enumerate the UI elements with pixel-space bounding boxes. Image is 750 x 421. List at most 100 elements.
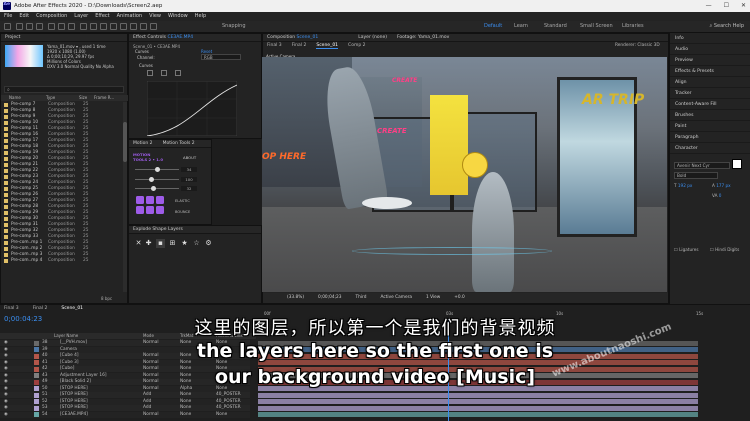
label-color-swatch[interactable] <box>34 392 39 398</box>
brush-tool-icon[interactable] <box>110 23 117 30</box>
tracking-field[interactable]: VA 0 <box>712 193 721 198</box>
merge-icon[interactable]: ✚ <box>144 239 153 248</box>
tab-comp-2[interactable]: Comp 2 <box>348 43 365 49</box>
panel-paragraph[interactable]: Paragraph <box>670 132 750 143</box>
grid-button-5[interactable] <box>146 206 154 214</box>
grid-button-1[interactable] <box>136 196 144 204</box>
rotate-tool-icon[interactable] <box>48 23 55 30</box>
menu-animation[interactable]: Animation <box>117 12 143 21</box>
table-row[interactable]: ◉ 51 [STOP HERE] Add None 40_POSTER <box>0 392 250 398</box>
menu-window[interactable]: Window <box>168 12 188 21</box>
column-size[interactable]: Size <box>79 95 91 101</box>
selection-tool-icon[interactable] <box>16 23 23 30</box>
visibility-eye-icon[interactable]: ◉ <box>4 412 8 418</box>
snapping-toggle[interactable]: Snapping <box>222 23 246 29</box>
close-icon[interactable]: ✕ <box>741 0 746 12</box>
exposure-value[interactable]: +0.0 <box>454 293 464 303</box>
grid-button-3[interactable] <box>156 196 164 204</box>
composition-viewer[interactable]: OP HERE CREATE CREATE AR TRIP <box>262 57 667 292</box>
explode-icon[interactable]: ✕ <box>134 239 143 248</box>
shape-tool-icon[interactable] <box>80 23 87 30</box>
minimize-icon[interactable]: — <box>706 0 712 12</box>
effect-controls-tab[interactable]: Effect Controls CE3AE.MP4 <box>129 34 261 42</box>
font-family-dropdown[interactable]: Avenir Next Cyr <box>674 162 730 169</box>
timeline-tab-final-2[interactable]: Final 2 <box>33 306 48 311</box>
visibility-eye-icon[interactable]: ◉ <box>4 399 8 405</box>
tab-scene-01[interactable]: Scene_01 <box>316 43 339 49</box>
column-name[interactable]: Name <box>9 95 43 101</box>
slider-thumb-1[interactable] <box>155 167 160 172</box>
leading-field[interactable]: A 177 px <box>712 183 731 188</box>
timeline-tab-final-3[interactable]: Final 3 <box>4 306 19 311</box>
search-help-field[interactable]: ⌕ Search Help <box>709 23 744 29</box>
grid-button-6[interactable] <box>156 206 164 214</box>
workspace-learn[interactable]: Learn <box>514 23 528 29</box>
layer-duration-bar[interactable] <box>258 392 698 398</box>
pen-tool-icon[interactable] <box>90 23 97 30</box>
panel-paint[interactable]: Paint <box>670 121 750 132</box>
label-color-swatch[interactable] <box>34 405 39 411</box>
scrollbar-thumb[interactable] <box>123 122 127 162</box>
menu-layer[interactable]: Layer <box>74 12 88 21</box>
value-field-3[interactable]: 32 <box>181 186 197 191</box>
tab-final-2[interactable]: Final 2 <box>292 43 307 49</box>
resolution-dropdown[interactable]: Third <box>356 293 367 303</box>
channel-dropdown[interactable]: RGB <box>201 54 241 60</box>
roto-tool-icon[interactable] <box>140 23 147 30</box>
pan-behind-tool-icon[interactable] <box>68 23 75 30</box>
fill-color-swatch[interactable] <box>732 159 742 169</box>
grid-button-4[interactable] <box>136 206 144 214</box>
font-style-dropdown[interactable]: Bold <box>674 172 718 179</box>
footage-viewer-tab[interactable]: Footage: Yama_01.mov <box>397 34 449 41</box>
menu-edit[interactable]: Edit <box>19 12 29 21</box>
column-type[interactable]: Type <box>46 95 76 101</box>
view-layout-dropdown[interactable]: 1 View <box>426 293 440 303</box>
column-frame-rate[interactable]: Frame R... <box>94 95 114 101</box>
table-row[interactable]: ◉ 52 [STOP HERE] Add None 40_POSTER <box>0 398 250 405</box>
timeline-tab-scene-01[interactable]: Scene_01 <box>61 306 83 311</box>
star-outline-icon[interactable]: ☆ <box>192 239 201 248</box>
tab-motion-tools-2[interactable]: Motion Tools 2 <box>163 140 195 147</box>
label-color-swatch[interactable] <box>34 412 39 417</box>
value-field-1[interactable]: 34 <box>181 167 197 172</box>
elastic-button[interactable]: ELASTIC <box>175 199 190 203</box>
star-icon[interactable]: ★ <box>180 239 189 248</box>
renderer-indicator[interactable]: Renderer: Classic 3D <box>615 43 660 48</box>
visibility-eye-icon[interactable]: ◉ <box>4 392 8 398</box>
menu-help[interactable]: Help <box>195 12 206 21</box>
panel-align[interactable]: Align <box>670 77 750 88</box>
hand-tool-icon[interactable] <box>26 23 33 30</box>
current-time-display[interactable]: 0;00;04;23 <box>318 293 341 303</box>
magnification-dropdown[interactable]: (33.8%) <box>287 293 304 303</box>
project-panel-tab[interactable]: Project <box>1 34 127 42</box>
bounce-button[interactable]: BOUNCE <box>175 210 190 214</box>
layer-duration-bar[interactable] <box>258 412 698 417</box>
layer-viewer-tab[interactable]: Layer (none) <box>358 34 387 41</box>
menu-file[interactable]: File <box>4 12 12 21</box>
menu-effect[interactable]: Effect <box>95 12 109 21</box>
list-item[interactable]: Pre-com..mp 4 Composition 25 <box>1 258 123 264</box>
grid-icon[interactable]: ⊞ <box>168 239 177 248</box>
tab-final-3[interactable]: Final 3 <box>267 43 282 49</box>
font-size-field[interactable]: T 192 px <box>674 183 692 188</box>
workspace-small-screen[interactable]: Small Screen <box>580 23 613 29</box>
slider-thumb-2[interactable] <box>149 177 154 182</box>
workspace-libraries[interactable]: Libraries <box>622 23 644 29</box>
workspace-default[interactable]: Default <box>484 23 502 29</box>
table-row[interactable]: ◉ 54 [CE3AE.MP4] Normal None None <box>0 411 250 418</box>
home-icon[interactable] <box>4 23 11 30</box>
clone-tool-icon[interactable] <box>120 23 127 30</box>
slider-track-2[interactable] <box>135 179 179 180</box>
grid-button-2[interactable] <box>146 196 154 204</box>
curve-tool-icon[interactable] <box>147 70 153 76</box>
maximize-icon[interactable]: ☐ <box>724 0 729 12</box>
project-search-input[interactable]: ⌕ <box>4 86 124 93</box>
panel-tracker[interactable]: Tracker <box>670 88 750 99</box>
eraser-tool-icon[interactable] <box>130 23 137 30</box>
panel-content-aware-fill[interactable]: Content-Aware Fill <box>670 99 750 110</box>
panel-info[interactable]: Info <box>670 33 750 44</box>
panel-effects-presets[interactable]: Effects & Presets <box>670 66 750 77</box>
camera-view-dropdown[interactable]: Active Camera <box>380 293 412 303</box>
open-curve-icon[interactable] <box>175 70 181 76</box>
zoom-tool-icon[interactable] <box>36 23 43 30</box>
